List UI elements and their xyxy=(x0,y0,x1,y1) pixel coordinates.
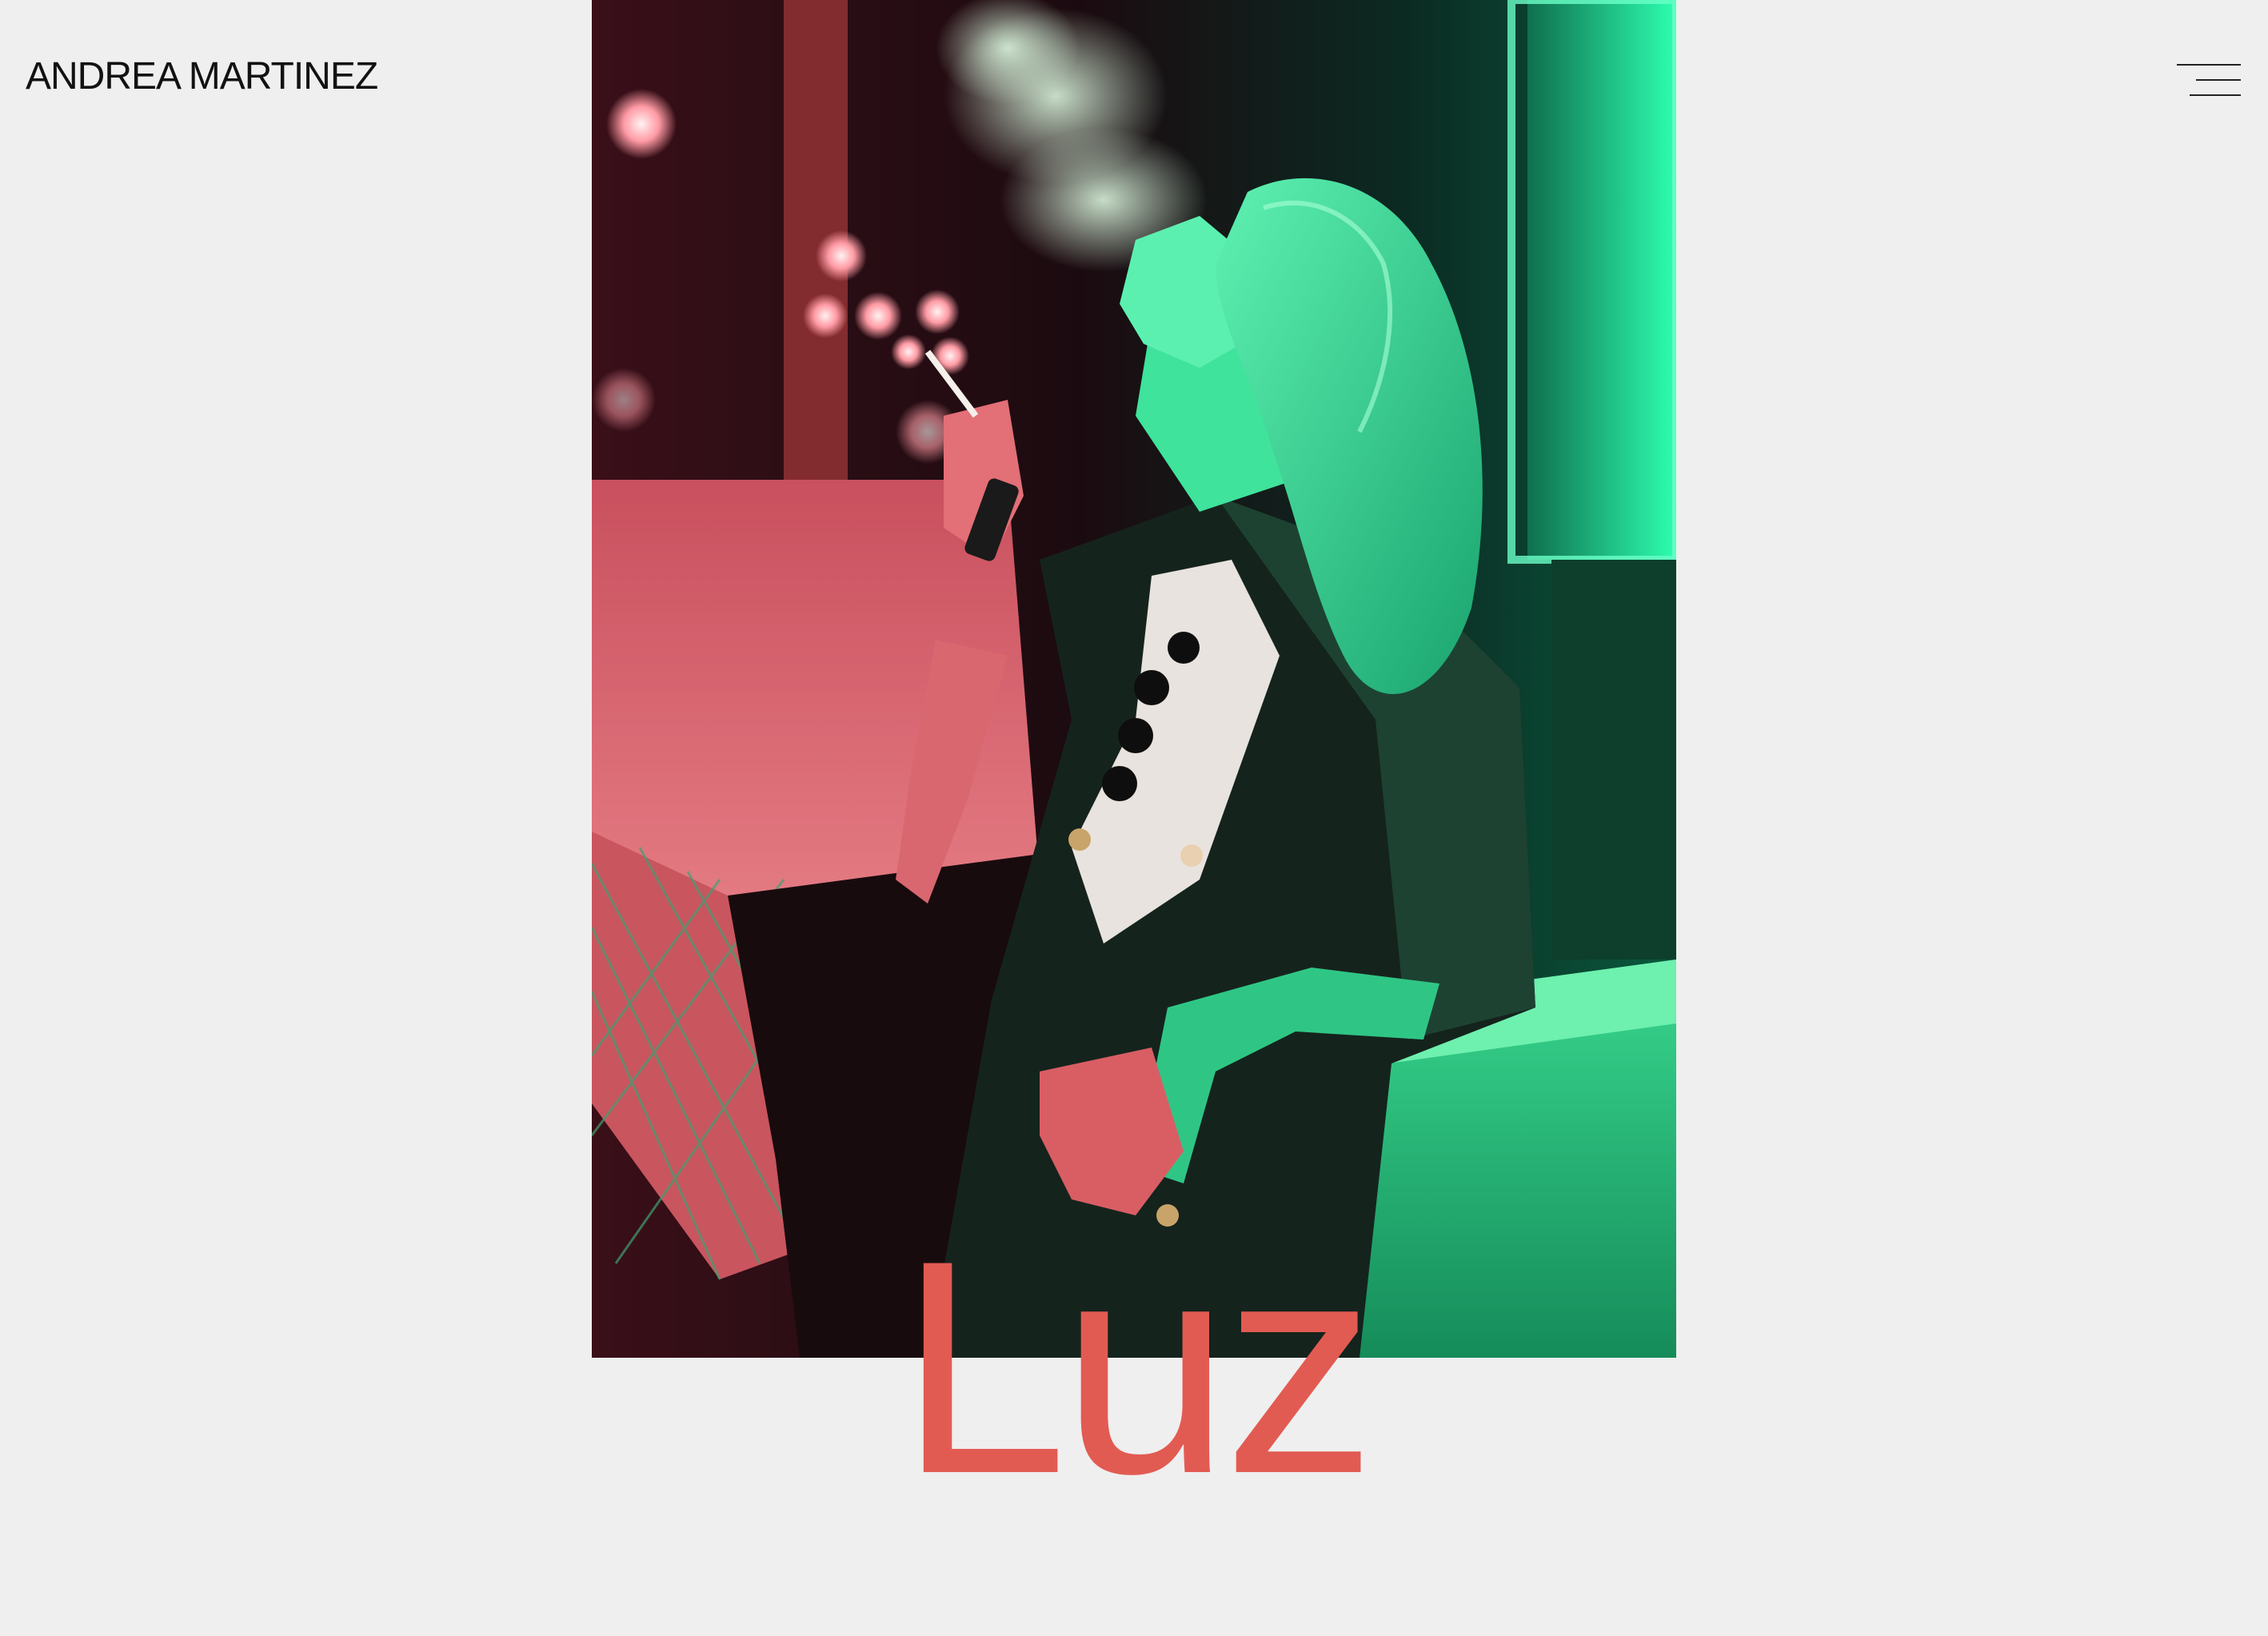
menu-line xyxy=(2177,64,2241,66)
hero-photo[interactable] xyxy=(592,0,1676,1358)
project-title[interactable]: Luz xyxy=(0,1215,2268,1519)
menu-line xyxy=(2190,94,2241,96)
hero-photo-illustration xyxy=(592,0,1676,1358)
menu-line xyxy=(2196,79,2241,81)
site-brand[interactable]: ANDREA MARTINEZ xyxy=(26,58,378,96)
portfolio-page: ANDREA MARTINEZ Luz xyxy=(0,0,2268,1636)
hamburger-menu-icon[interactable] xyxy=(2177,64,2241,96)
